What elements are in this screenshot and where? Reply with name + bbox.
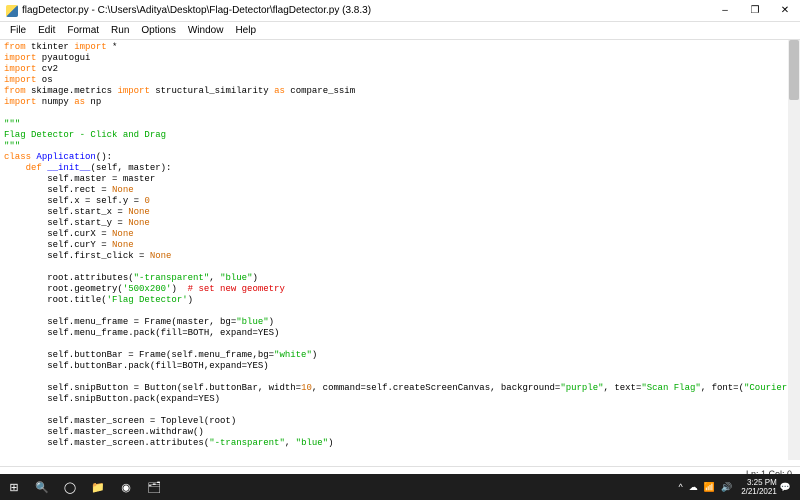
explorer-icon[interactable]: 📁 (86, 476, 110, 498)
app-icon (6, 5, 18, 17)
scrollbar-thumb[interactable] (789, 40, 799, 100)
vertical-scrollbar[interactable] (788, 40, 800, 460)
code-editor[interactable]: from tkinter import * import pyautogui i… (0, 40, 800, 460)
taskbar: ⊞ 🔍 ◯ 📁 ◉ 🗂 ^ ☁ 📶 🔊 3:25 PM 2/21/2021 💬 (0, 474, 800, 500)
close-button[interactable]: ✕ (770, 0, 800, 22)
system-tray: ^ ☁ 📶 🔊 3:25 PM 2/21/2021 💬 (676, 478, 800, 496)
menu-file[interactable]: File (4, 23, 32, 38)
menu-window[interactable]: Window (182, 23, 230, 38)
code-content[interactable]: from tkinter import * import pyautogui i… (0, 40, 800, 460)
taskbar-left: ⊞ 🔍 ◯ 📁 ◉ 🗂 (0, 476, 168, 498)
tray-sound-icon[interactable]: 🔊 (721, 482, 732, 493)
maximize-button[interactable]: ❐ (740, 0, 770, 22)
cortana-icon[interactable]: ◯ (58, 476, 82, 498)
menu-run[interactable]: Run (105, 23, 135, 38)
start-button[interactable]: ⊞ (2, 476, 26, 498)
menu-options[interactable]: Options (135, 23, 181, 38)
title-bar: flagDetector.py - C:\Users\Aditya\Deskto… (0, 0, 800, 22)
tray-notif-icon[interactable]: 💬 (780, 482, 791, 493)
folder-icon[interactable]: 🗂 (142, 476, 166, 498)
search-icon[interactable]: 🔍 (30, 476, 54, 498)
menu-bar: File Edit Format Run Options Window Help (0, 22, 800, 40)
menu-format[interactable]: Format (61, 23, 105, 38)
clock-date: 2/21/2021 (741, 487, 777, 496)
window-title: flagDetector.py - C:\Users\Aditya\Deskto… (22, 5, 710, 16)
clock-time: 3:25 PM (741, 478, 777, 487)
minimize-button[interactable]: – (710, 0, 740, 22)
window-buttons: – ❐ ✕ (710, 0, 800, 22)
chrome-icon[interactable]: ◉ (114, 476, 138, 498)
menu-help[interactable]: Help (229, 23, 262, 38)
tray-wifi-icon[interactable]: 📶 (704, 482, 715, 493)
menu-edit[interactable]: Edit (32, 23, 61, 38)
tray-up-icon[interactable]: ^ (679, 482, 683, 492)
taskbar-clock[interactable]: 3:25 PM 2/21/2021 (741, 478, 777, 496)
tray-cloud-icon[interactable]: ☁ (689, 482, 698, 493)
